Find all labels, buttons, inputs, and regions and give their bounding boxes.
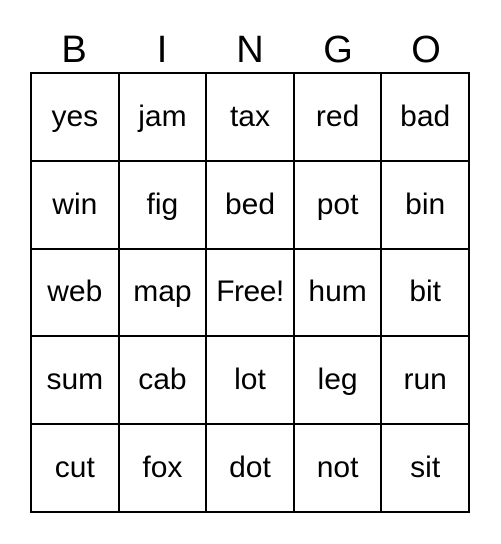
bingo-cell-o3[interactable]: bit [382,249,468,336]
bingo-row-3: web map Free! hum bit [32,249,468,338]
bingo-cell-label: bad [400,99,451,133]
bingo-header-letter-o: O [411,29,441,71]
bingo-cell-o2[interactable]: bin [382,161,468,248]
bingo-cell-label: web [47,275,103,309]
bingo-cell-label: pot [316,187,359,221]
bingo-cell-i1[interactable]: jam [119,74,208,160]
bingo-cell-o5[interactable]: sit [382,425,468,511]
bingo-cell-n2[interactable]: bed [207,161,295,248]
bingo-header-letter-i: I [156,29,168,71]
bingo-cell-label: yes [51,99,99,133]
bingo-cell-label: cab [138,363,187,397]
bingo-cell-label: cut [54,451,95,485]
bingo-row-4: sum cab lot leg run [32,337,468,426]
bingo-cell-g3[interactable]: hum [294,249,383,336]
bingo-header-letter-b: B [61,29,87,71]
bingo-cell-label: map [133,275,192,309]
bingo-cell-label: sit [410,451,441,485]
bingo-cell-g4[interactable]: leg [294,337,383,424]
bingo-cell-g2[interactable]: pot [294,161,383,248]
bingo-cell-i2[interactable]: fig [119,161,208,248]
bingo-cell-label: run [403,363,447,397]
bingo-cell-label: bin [405,187,446,221]
bingo-cell-b2[interactable]: win [32,161,120,248]
bingo-cell-label: win [52,187,98,221]
bingo-cell-b4[interactable]: sum [32,337,120,424]
bingo-cell-b1[interactable]: yes [32,74,120,160]
bingo-cell-label: dot [229,451,271,485]
bingo-cell-i4[interactable]: cab [119,337,208,424]
bingo-cell-n5[interactable]: dot [207,425,295,511]
bingo-cell-b3[interactable]: web [32,249,120,336]
bingo-cell-i3[interactable]: map [119,249,208,336]
bingo-cell-label: bed [224,187,276,221]
bingo-cell-o4[interactable]: run [382,337,468,424]
bingo-cell-n4[interactable]: lot [207,337,295,424]
bingo-cell-label: red [315,99,360,133]
bingo-header-letter-n: N [236,29,264,71]
bingo-grid: yes jam tax red bad win fig bed pot bin … [30,72,470,513]
bingo-cell-g1[interactable]: red [294,74,383,160]
bingo-cell-b5[interactable]: cut [32,425,120,511]
bingo-cell-label: jam [138,99,187,133]
bingo-cell-label: fox [142,451,183,485]
bingo-cell-label: hum [308,275,367,309]
bingo-header-row: B I N G O [30,22,470,72]
bingo-cell-label: bit [409,275,442,309]
bingo-cell-label: lot [234,363,266,397]
bingo-cell-i5[interactable]: fox [119,425,208,511]
bingo-cell-n1[interactable]: tax [207,74,295,160]
bingo-cell-o1[interactable]: bad [382,74,468,160]
bingo-card: B I N G O yes jam tax red bad win fig be… [0,0,501,544]
bingo-row-1: yes jam tax red bad [32,74,468,162]
bingo-free-space-label: Free! [216,275,284,309]
bingo-cell-label: fig [146,187,179,221]
bingo-row-5: cut fox dot not sit [32,425,468,511]
bingo-cell-free-space[interactable]: Free! [207,249,295,336]
bingo-cell-label: not [316,451,359,485]
bingo-cell-label: sum [46,363,104,397]
bingo-cell-label: leg [317,363,358,397]
bingo-header-letter-g: G [323,29,353,71]
bingo-cell-g5[interactable]: not [294,425,383,511]
bingo-cell-label: tax [229,99,270,133]
bingo-row-2: win fig bed pot bin [32,161,468,250]
